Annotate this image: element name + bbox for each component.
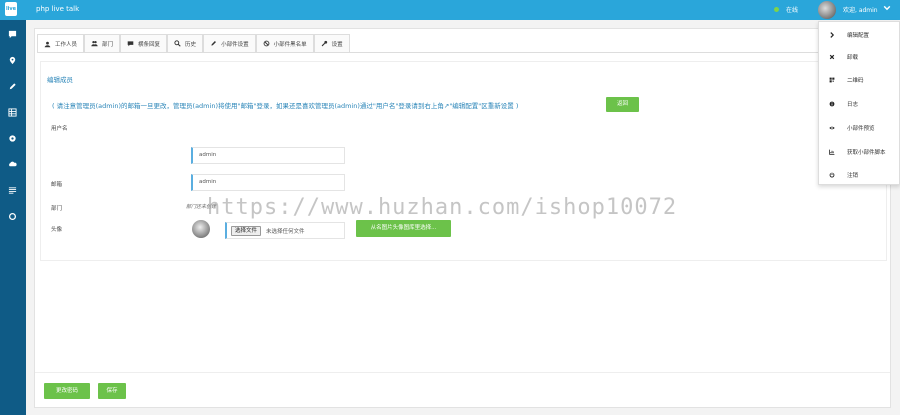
menu-item-edit-config[interactable]: 编辑配置 — [819, 26, 900, 44]
return-button[interactable]: 返回 — [606, 97, 639, 112]
online-status-text: 在线 — [786, 7, 799, 14]
username-input[interactable]: admin — [191, 147, 345, 164]
menu-item-widget-preview[interactable]: 小部件预览 — [819, 119, 900, 137]
power-icon — [829, 172, 835, 178]
menu-item-label: 小部件预览 — [847, 126, 875, 132]
tab-staff[interactable]: 工作人员 — [37, 34, 85, 53]
online-status-dot — [774, 7, 779, 12]
avatar-label: 头像 — [51, 227, 63, 233]
menu-item-label: 注销 — [847, 173, 859, 179]
avatar-file-input[interactable]: 选择文件 未选择任何文件 — [225, 222, 345, 239]
chevron-down-icon[interactable] — [883, 4, 891, 12]
user-icon — [44, 41, 51, 47]
tab-label: 横条回复 — [138, 41, 161, 48]
code-icon — [829, 149, 835, 155]
welcome-text[interactable]: 欢迎, admin — [843, 5, 878, 14]
gear-icon[interactable] — [8, 134, 17, 143]
pencil-icon — [211, 41, 217, 46]
tab-widget-settings[interactable]: 小部件设置 — [203, 34, 256, 52]
choose-file-button[interactable]: 选择文件 — [231, 226, 262, 236]
comment-icon — [127, 41, 134, 47]
tab-history[interactable]: 历史 — [167, 34, 204, 52]
change-password-button[interactable]: 更改密码 — [44, 383, 90, 399]
watermark: https://www.huzhan.com/ishop10072 — [207, 195, 678, 220]
tabs-divider — [37, 52, 889, 53]
user-menu: 编辑配置 卸载 二维码 日志 小部件预览 获取小部件脚本 注销 — [818, 21, 900, 185]
app-title: php live talk — [36, 5, 80, 13]
username-label: 用户名 — [51, 126, 68, 132]
tab-department[interactable]: 部门 — [84, 34, 121, 52]
no-file-text: 未选择任何文件 — [266, 229, 305, 235]
pencil-icon[interactable] — [8, 82, 17, 91]
avatar-library-button[interactable]: 从名图片头像图库里选择... — [356, 220, 451, 237]
tab-label: 工作人员 — [55, 42, 78, 48]
chevron-right-icon — [830, 32, 835, 38]
users-icon — [91, 40, 98, 47]
menu-item-log[interactable]: 日志 — [819, 95, 900, 113]
top-bar: live php live talk 在线 欢迎, admin — [0, 0, 900, 20]
menu-item-logout[interactable]: 注销 — [819, 166, 900, 184]
info-icon — [829, 101, 835, 107]
ban-icon — [263, 40, 269, 47]
app-logo[interactable]: live — [5, 2, 17, 16]
department-label: 部门 — [51, 206, 63, 212]
menu-item-qrcode[interactable]: 二维码 — [819, 71, 900, 89]
tab-label: 小部件设置 — [221, 41, 249, 48]
tab-settings[interactable]: 设置 — [313, 34, 350, 52]
cloud-icon[interactable] — [8, 160, 17, 169]
list-icon[interactable] — [8, 186, 17, 195]
edit-form: 编辑成员 ( 请注意管理员(admin)的邮箱一旦更改，管理员(admin)将使… — [40, 61, 887, 261]
grid-icon[interactable] — [8, 108, 17, 117]
tab-canned-replies[interactable]: 横条回复 — [120, 34, 168, 52]
close-icon — [829, 54, 835, 60]
menu-item-get-widget-script[interactable]: 获取小部件脚本 — [819, 143, 900, 161]
email-input[interactable]: admin — [191, 174, 345, 191]
wrench-icon — [321, 40, 327, 47]
search-icon — [174, 40, 181, 47]
save-button[interactable]: 保存 — [98, 383, 126, 399]
left-sidebar — [0, 20, 26, 415]
tab-label: 小部件黑名单 — [273, 41, 307, 48]
qrcode-icon — [829, 77, 835, 83]
menu-item-label: 获取小部件脚本 — [847, 150, 886, 156]
menu-item-label: 卸载 — [847, 55, 859, 61]
location-pin-icon[interactable] — [8, 56, 17, 65]
user-avatar[interactable] — [818, 1, 836, 19]
menu-item-label: 日志 — [847, 102, 859, 108]
menu-item-uninstall[interactable]: 卸载 — [819, 48, 900, 66]
email-label: 邮箱 — [51, 182, 63, 188]
circle-icon[interactable] — [8, 212, 17, 221]
tab-label: 部门 — [102, 41, 114, 48]
avatar — [192, 220, 210, 238]
menu-item-label: 编辑配置 — [847, 33, 870, 39]
section-title: 编辑成员 — [47, 76, 73, 84]
tab-widget-blacklist[interactable]: 小部件黑名单 — [255, 34, 314, 52]
footer-divider — [35, 372, 890, 373]
tab-bar: 工作人员 部门 横条回复 历史 小部件设置 小部件黑名单 设置 — [37, 34, 350, 53]
menu-item-label: 二维码 — [847, 78, 864, 84]
chat-icon[interactable] — [8, 30, 17, 39]
tab-label: 设置 — [331, 41, 343, 48]
eye-icon — [829, 126, 835, 130]
tab-label: 历史 — [185, 41, 197, 48]
email-notice: ( 请注意管理员(admin)的邮箱一旦更改，管理员(admin)将使用"邮箱"… — [52, 102, 519, 110]
